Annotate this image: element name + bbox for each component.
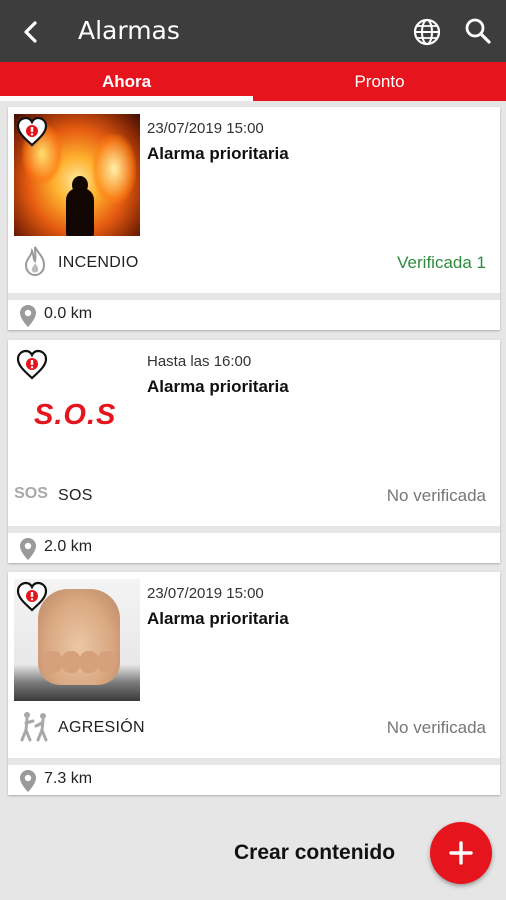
distance-row: 7.3 km: [8, 765, 500, 795]
back-button[interactable]: [14, 15, 48, 49]
language-button[interactable]: [410, 15, 444, 49]
alarm-category: INCENDIO: [58, 254, 139, 271]
tab-pronto[interactable]: Pronto: [253, 62, 506, 101]
alarm-status: No verificada: [386, 486, 486, 505]
location-pin-icon: [20, 770, 36, 792]
alarm-card[interactable]: 23/07/2019 15:00 Alarma prioritaria AGRE…: [8, 572, 500, 795]
plus-icon: [449, 841, 473, 865]
priority-heart-icon: [16, 349, 48, 380]
arrow-left-icon: [24, 21, 37, 43]
search-icon: [465, 18, 491, 44]
create-content-button[interactable]: [430, 822, 492, 884]
tab-indicator: [0, 96, 253, 101]
alarm-distance: 2.0 km: [44, 538, 93, 555]
card-divider: [8, 758, 500, 765]
search-button[interactable]: [460, 13, 496, 49]
alarm-card-main[interactable]: S.O.S Hasta las 16:00 Alarma prioritaria…: [8, 340, 500, 526]
distance-row: 0.0 km: [8, 300, 500, 330]
location-pin-icon: [20, 305, 36, 327]
app-bar: Alarmas: [0, 0, 506, 62]
alarm-date: 23/07/2019 15:00: [147, 120, 264, 137]
location-pin-icon: [20, 538, 36, 560]
alarm-title: Alarma prioritaria: [147, 144, 289, 163]
alarm-date: Hasta las 16:00: [147, 353, 252, 370]
alarm-title: Alarma prioritaria: [147, 377, 289, 396]
card-divider: [8, 526, 500, 533]
page-title: Alarmas: [78, 16, 180, 45]
aggression-icon: [18, 709, 52, 743]
alarm-status: Verificada 1: [397, 253, 486, 272]
alarm-card[interactable]: 23/07/2019 15:00 Alarma prioritaria INCE…: [8, 107, 500, 330]
alarm-distance: 7.3 km: [44, 770, 93, 787]
alarm-category: AGRESIÓN: [58, 719, 145, 736]
alarm-title: Alarma prioritaria: [147, 609, 289, 628]
sos-icon: SOS: [14, 477, 48, 511]
create-content-label[interactable]: Crear contenido: [234, 841, 395, 865]
alarm-distance: 0.0 km: [44, 305, 93, 322]
priority-heart-icon: [16, 581, 48, 612]
card-divider: [8, 293, 500, 300]
alarm-card[interactable]: S.O.S Hasta las 16:00 Alarma prioritaria…: [8, 340, 500, 563]
fire-icon: [18, 244, 52, 278]
distance-row: 2.0 km: [8, 533, 500, 563]
alarm-category: SOS: [58, 487, 93, 504]
alarm-status: No verificada: [386, 718, 486, 737]
alarm-card-main[interactable]: 23/07/2019 15:00 Alarma prioritaria INCE…: [8, 107, 500, 293]
sos-icon-text: SOS: [14, 485, 48, 502]
globe-icon: [413, 18, 441, 46]
alarm-card-main[interactable]: 23/07/2019 15:00 Alarma prioritaria AGRE…: [8, 572, 500, 758]
alarm-date: 23/07/2019 15:00: [147, 585, 264, 602]
sos-image-text: S.O.S: [34, 399, 117, 431]
priority-heart-icon: [16, 116, 48, 147]
